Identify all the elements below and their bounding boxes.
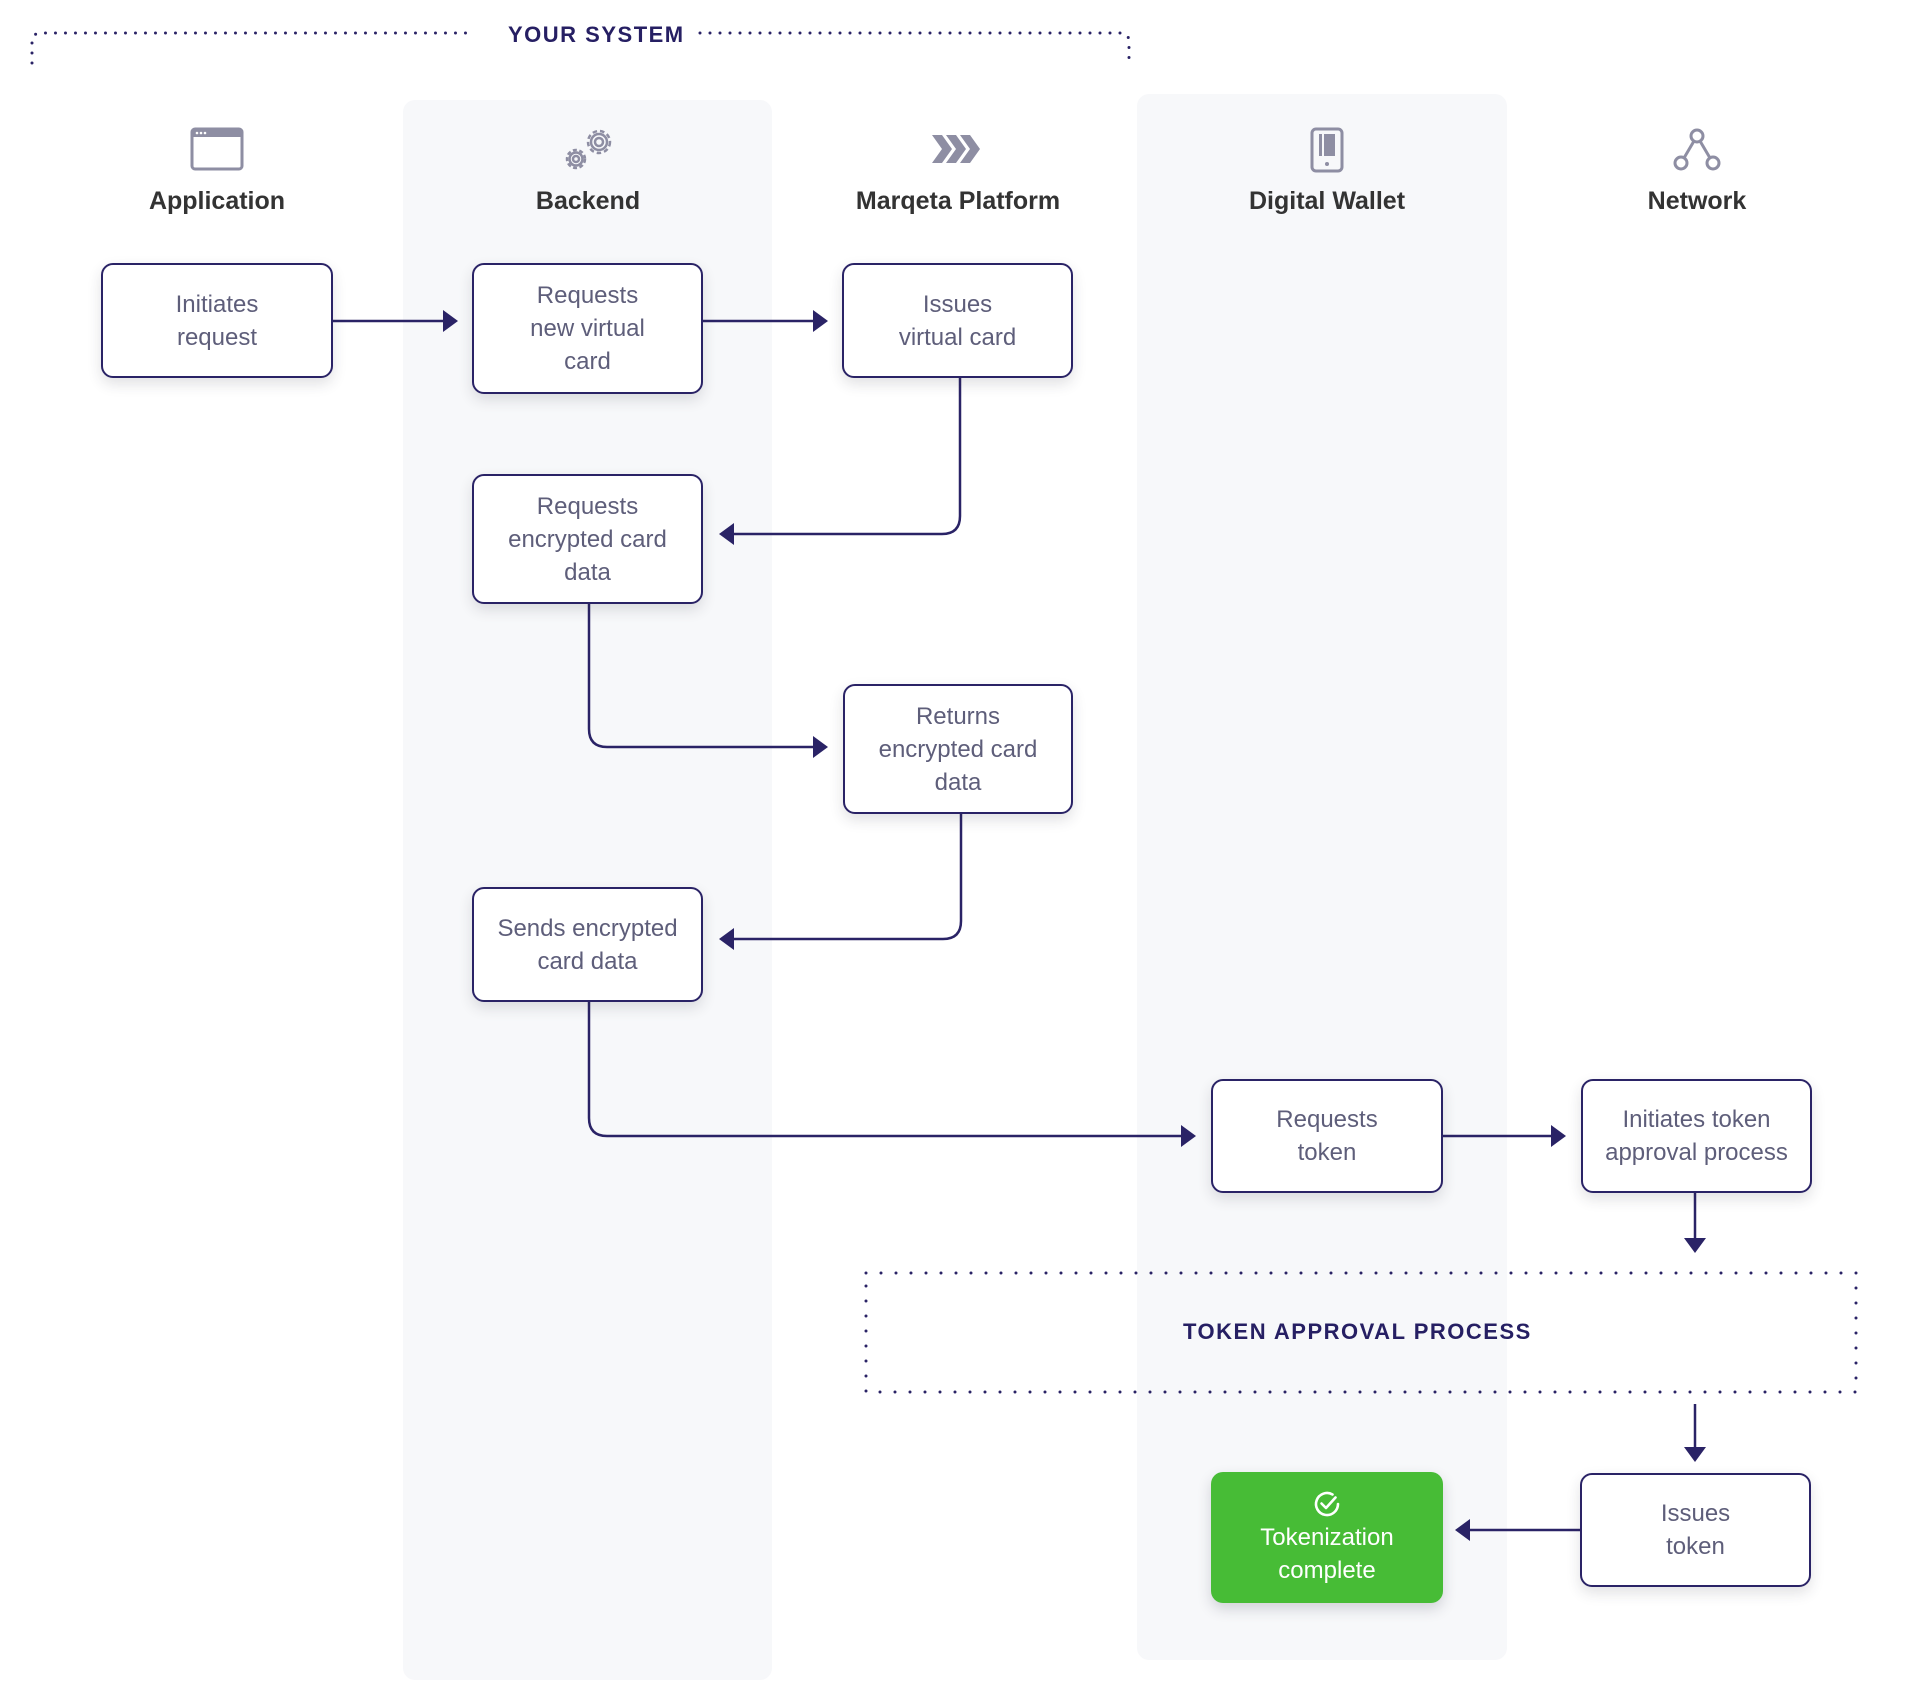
column-label-marqeta-platform: Marqeta Platform — [855, 187, 1061, 215]
arrowhead-s6 — [719, 928, 734, 950]
column-marqeta-platform: Marqeta Platform — [808, 127, 1108, 215]
edge-s6-s7 — [587, 1002, 1183, 1138]
column-network: Network — [1547, 127, 1847, 215]
network-nodes-icon — [1673, 128, 1721, 171]
step-issues-virtual-card: Issues virtual card — [842, 263, 1073, 378]
tokenization-complete-label: Tokenization complete — [1260, 1523, 1394, 1584]
arrowhead-s4 — [719, 523, 734, 545]
step-requests-token: Requests token — [1211, 1079, 1443, 1193]
edge-s5-s6 — [732, 814, 963, 941]
column-label-backend: Backend — [535, 187, 641, 215]
arrowhead-s7 — [1181, 1125, 1196, 1147]
arrowhead-process — [1684, 1238, 1706, 1253]
arrowhead-s3 — [813, 310, 828, 332]
step-returns-encrypted-card-data: Returns encrypted card data — [843, 684, 1073, 814]
column-backend: Backend — [438, 127, 738, 215]
your-system-label: YOUR SYSTEM — [508, 22, 685, 47]
column-label-application: Application — [148, 187, 286, 215]
browser-window-icon — [190, 127, 244, 171]
step-requests-encrypted-card-data: Requests encrypted card data — [472, 474, 703, 604]
edge-s3-s4 — [732, 378, 962, 536]
step-initiates-request: Initiates request — [101, 263, 333, 378]
mobile-phone-icon — [1310, 127, 1344, 173]
column-digital-wallet: Digital Wallet — [1177, 127, 1477, 215]
edge-s4-s5 — [587, 604, 815, 749]
step-requests-new-virtual-card: Requests new virtual card — [472, 263, 703, 394]
arrowhead-s10 — [1455, 1519, 1470, 1541]
arrowhead-s8 — [1551, 1125, 1566, 1147]
arrowhead-s5 — [813, 736, 828, 758]
step-sends-encrypted-card-data: Sends encrypted card data — [472, 887, 703, 1002]
column-application: Application — [67, 127, 367, 215]
token-approval-process-label: TOKEN APPROVAL PROCESS — [1183, 1319, 1532, 1344]
bracket-right — [698, 31, 1131, 65]
step-tokenization-complete: Tokenization complete — [1211, 1472, 1443, 1603]
step-issues-token: Issues token — [1580, 1473, 1811, 1587]
arrowhead-s9 — [1684, 1447, 1706, 1462]
step-initiates-token-approval-process: Initiates token approval process — [1581, 1079, 1812, 1193]
column-label-network: Network — [1647, 187, 1747, 215]
gears-icon — [565, 129, 612, 170]
connectors-layer — [30, 31, 1858, 1541]
check-circle-icon — [1314, 1491, 1340, 1516]
arrowhead-s2 — [443, 310, 458, 332]
column-label-digital-wallet: Digital Wallet — [1248, 187, 1406, 215]
bracket-left — [30, 31, 472, 65]
chevrons-icon — [932, 135, 980, 163]
